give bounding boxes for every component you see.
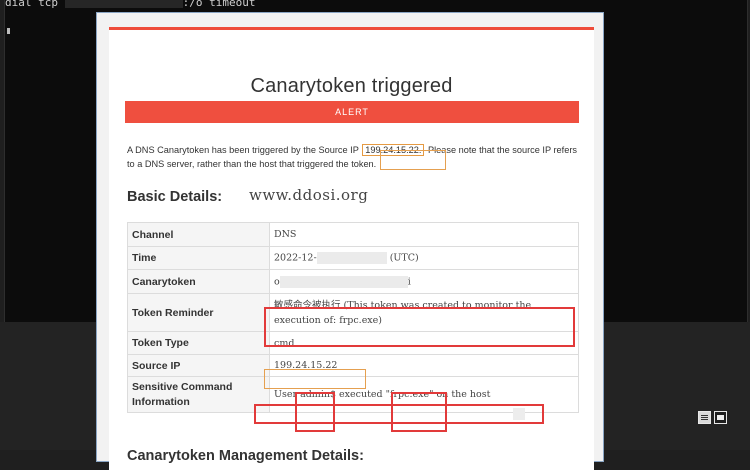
email-viewer-window: Canarytoken triggered ALERT A DNS Canary… [96,12,604,470]
basic-details-heading: Basic Details: [127,189,223,205]
canarytoken-value-cell: oi [269,269,579,294]
redacted-block [64,0,183,8]
terminal-text: dial tcp [5,0,58,9]
highlight-token-reminder [264,307,575,347]
canarytoken-suffix: i [407,276,411,287]
terminal-cursor [7,28,10,34]
source-ip-label: Source IP [127,354,270,377]
highlight-frpc-exe [391,392,447,432]
channel-label: Channel [127,222,270,247]
highlight-admin-user [295,392,335,432]
table-row: Canarytoken oi [127,269,579,294]
terminal-text-suffix: :/o timeout [182,0,256,9]
table-row: Time 2022-12- (UTC) [127,246,579,270]
table-row: Channel DNS [127,222,579,247]
time-label: Time [127,246,270,270]
email-content: Canarytoken triggered ALERT A DNS Canary… [109,27,594,470]
redacted-block [279,275,408,288]
token-reminder-label: Token Reminder [127,293,270,332]
list-view-icon[interactable] [698,411,711,424]
management-details-heading: Canarytoken Management Details: [127,448,364,464]
redacted-block [513,408,525,420]
canarytoken-label: Canarytoken [127,269,270,294]
highlight-intro-ip [380,150,446,170]
time-value-cell: 2022-12- (UTC) [269,246,579,270]
watermark: www.ddosi.org [249,186,369,204]
status-icons [698,411,727,424]
time-value: 2022-12- [274,252,317,264]
token-type-label: Token Type [127,331,270,355]
intro-text: A DNS Canarytoken has been triggered by … [127,145,362,155]
redacted-block [316,252,387,264]
terminal-output-line: dial tcp :/o timeout [5,0,255,9]
time-suffix: (UTC) [389,252,419,264]
channel-value: DNS [269,222,579,247]
alert-banner: ALERT [125,101,579,123]
sensitive-command-label: Sensitive Command Information [127,376,270,413]
window-icon[interactable] [714,411,727,424]
email-title: Canarytoken triggered [250,75,453,97]
highlight-source-ip [264,369,366,389]
intro-paragraph: A DNS Canarytoken has been triggered by … [127,144,579,171]
